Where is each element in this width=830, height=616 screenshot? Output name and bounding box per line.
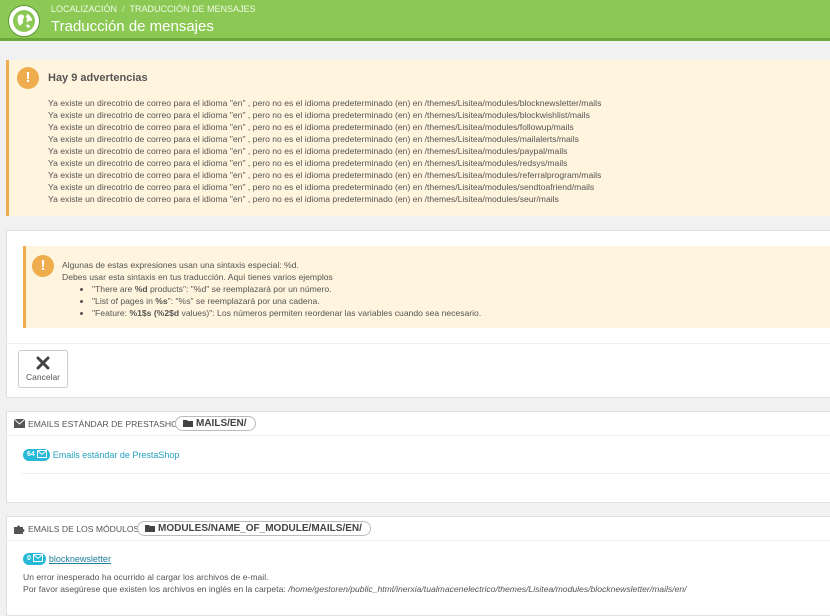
envelope-icon [32, 554, 43, 562]
warning-item: Ya existe un direcotrio de correo para e… [48, 122, 574, 132]
warnings-title: Hay 9 advertencias [48, 72, 148, 84]
folder-icon [145, 525, 155, 532]
warning-item: Ya existe un direcotrio de correo para e… [48, 182, 595, 192]
warning-item: Ya existe un direcotrio de correo para e… [48, 146, 568, 156]
panel-heading-title: EMAILS DE LOS MÓDULOS [28, 524, 140, 534]
globe-icon [8, 5, 40, 37]
syntax-example: "Feature: %1$s (%2$d values)": Los númer… [92, 307, 481, 319]
panel-heading: EMAILS ESTÁNDAR DE PRESTASHOP MAILS/EN/ [7, 412, 830, 436]
close-icon [36, 356, 50, 370]
count-badge: 64 [23, 449, 50, 461]
breadcrumb: LOCALIZACIÓN / TRADUCCIÓN DE MENSAJES [51, 4, 256, 14]
envelope-icon [14, 419, 25, 428]
puzzle-icon [14, 525, 25, 534]
warning-item: Ya existe un direcotrio de correo para e… [48, 158, 568, 168]
syntax-info-line: Algunas de estas expresiones usan una si… [62, 260, 299, 270]
cancel-button[interactable]: Cancelar [18, 350, 68, 388]
error-message: Por favor asegúrese que existen los arch… [23, 584, 687, 594]
breadcrumb-item-localizacion[interactable]: LOCALIZACIÓN [51, 4, 117, 14]
email-link-row: 64 Emails estándar de PrestaShop [23, 449, 179, 461]
syntax-info-line: Debes usar esta sintaxis en tus traducci… [62, 272, 333, 282]
warnings-list: Ya existe un direcotrio de correo para e… [48, 97, 601, 205]
warning-item: Ya existe un direcotrio de correo para e… [48, 134, 579, 144]
module-emails-panel: EMAILS DE LOS MÓDULOS MODULES/NAME_OF_MO… [6, 516, 830, 616]
count-badge: 0 [23, 553, 46, 565]
divider [21, 473, 830, 474]
breadcrumb-separator: / [122, 4, 125, 14]
syntax-example: "List of pages in %s": "%s" se reemplaza… [92, 295, 481, 307]
warning-item: Ya existe un direcotrio de correo para e… [48, 110, 590, 120]
folder-icon [183, 420, 193, 427]
cancel-button-label: Cancelar [25, 372, 61, 382]
warnings-alert: ! Hay 9 advertencias Ya existe un direco… [6, 60, 830, 216]
syntax-examples-list: "There are %d products": "%d" se reempla… [62, 283, 481, 319]
error-message: Un error inesperado ha ocurrido al carga… [23, 572, 269, 582]
divider [7, 343, 830, 344]
path-badge: MAILS/EN/ [175, 416, 256, 431]
envelope-icon [36, 450, 47, 458]
warning-item: Ya existe un direcotrio de correo para e… [48, 98, 602, 108]
standard-emails-link[interactable]: Emails estándar de PrestaShop [53, 450, 180, 460]
breadcrumb-item-traduccion[interactable]: TRADUCCIÓN DE MENSAJES [130, 4, 256, 14]
syntax-info-alert: ! Algunas de estas expresiones usan una … [23, 246, 830, 328]
page-header: LOCALIZACIÓN / TRADUCCIÓN DE MENSAJES Trad… [0, 0, 830, 41]
panel-heading: EMAILS DE LOS MÓDULOS MODULES/NAME_OF_MO… [7, 517, 830, 541]
page-title: Traducción de mensajes [51, 18, 214, 35]
warning-item: Ya existe un direcotrio de correo para e… [48, 194, 559, 204]
syntax-example: "There are %d products": "%d" se reempla… [92, 283, 481, 295]
module-email-link-blocknewsletter[interactable]: blocknewsletter [49, 554, 111, 564]
exclamation-icon: ! [32, 255, 54, 277]
error-path: /home/gestoren/public_html/inerxia/tualm… [288, 584, 687, 594]
path-badge: MODULES/NAME_OF_MODULE/MAILS/EN/ [137, 521, 371, 536]
panel-heading-title: EMAILS ESTÁNDAR DE PRESTASHOP [28, 419, 184, 429]
exclamation-icon: ! [17, 67, 39, 89]
standard-emails-panel: EMAILS ESTÁNDAR DE PRESTASHOP MAILS/EN/ … [6, 411, 830, 503]
translation-panel: ! Algunas de estas expresiones usan una … [6, 230, 830, 398]
warning-item: Ya existe un direcotrio de correo para e… [48, 170, 602, 180]
email-link-row: 0 blocknewsletter [23, 553, 111, 565]
